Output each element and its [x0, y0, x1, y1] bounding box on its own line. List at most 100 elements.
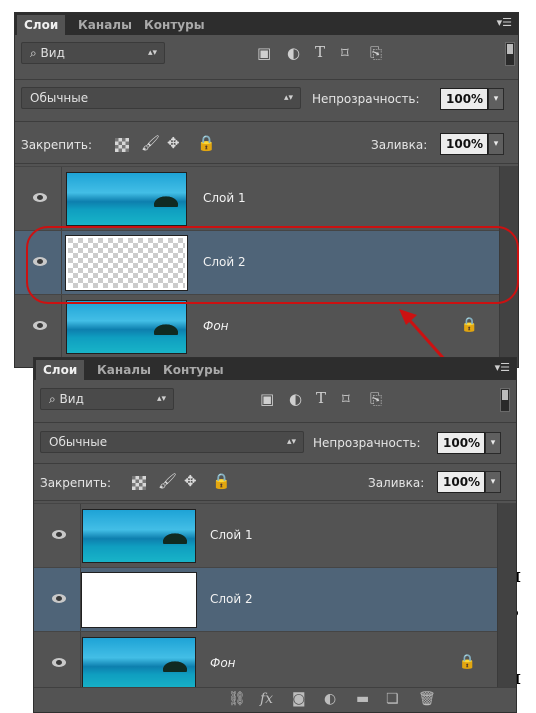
layer-row-fon[interactable]: Фон 🔒: [34, 631, 498, 695]
divider: [15, 121, 518, 122]
blend-mode-value: Обычные: [49, 435, 108, 449]
opacity-dropdown[interactable]: ▾: [488, 88, 504, 110]
fill-label: Заливка:: [371, 138, 428, 152]
opacity-label: Непрозрачность:: [313, 436, 421, 450]
tab-layers[interactable]: Слои: [17, 15, 66, 35]
adjustment-filter-icon[interactable]: ◐: [287, 44, 300, 62]
lock-brush-icon[interactable]: 🖌: [141, 134, 160, 152]
search-icon: ⌕: [30, 46, 41, 60]
opacity-input[interactable]: 100%: [437, 432, 485, 454]
blend-mode-select[interactable]: Обычные ▴▾: [21, 87, 301, 109]
fill-input[interactable]: 100%: [440, 133, 488, 155]
layer-lock-icon: 🔒: [460, 317, 478, 333]
panel-tab-bar: Слои Каналы Контуры ▾☰: [34, 358, 516, 380]
search-icon: ⌕: [49, 392, 60, 406]
layer-row-sloi-1[interactable]: Слой 1: [15, 166, 500, 230]
tab-paths[interactable]: Контуры: [137, 15, 212, 35]
panel-menu-icon[interactable]: ▾☰: [495, 361, 510, 374]
visibility-column: [34, 504, 81, 567]
delete-icon[interactable]: 🗑: [418, 691, 436, 707]
tab-channels[interactable]: Каналы: [71, 15, 139, 35]
eye-icon[interactable]: [52, 594, 66, 603]
layer-lock-icon: 🔒: [458, 654, 476, 670]
visibility-column: [15, 295, 62, 358]
visibility-column: [15, 167, 62, 230]
panel-tab-bar: Слои Каналы Контуры ▾☰: [15, 13, 518, 35]
shape-filter-icon[interactable]: ⌑: [342, 390, 350, 408]
layer-name[interactable]: Слой 1: [203, 191, 246, 205]
blend-mode-select[interactable]: Обычные ▴▾: [40, 431, 304, 453]
eye-icon[interactable]: [52, 530, 66, 539]
fill-dropdown[interactable]: ▾: [485, 471, 501, 493]
opacity-input[interactable]: 100%: [440, 88, 488, 110]
fill-label: Заливка:: [368, 476, 425, 490]
lock-brush-icon[interactable]: 🖌: [158, 472, 177, 490]
layer-thumbnail[interactable]: [82, 509, 196, 563]
layer-row-sloi-1[interactable]: Слой 1: [34, 503, 498, 567]
layers-panel-after: Слои Каналы Контуры ▾☰ ⌕ Вид ▴▾ ▣ ◐ T ⌑ …: [33, 357, 517, 713]
lock-label: Закрепить:: [40, 476, 112, 490]
divider: [34, 500, 516, 501]
divider: [15, 79, 518, 80]
lock-all-icon[interactable]: 🔒: [212, 472, 231, 490]
eye-icon[interactable]: [33, 193, 47, 202]
filter-kind-label: Вид: [59, 392, 84, 406]
select-arrows-icon: ▴▾: [156, 394, 166, 404]
layer-thumbnail[interactable]: [82, 637, 196, 691]
visibility-column: [34, 568, 81, 631]
divider: [34, 422, 516, 423]
filter-toggle[interactable]: [500, 388, 510, 412]
filter-kind-label: Вид: [40, 46, 65, 60]
select-arrows-icon: ▴▾: [283, 93, 293, 103]
layer-thumbnail[interactable]: [82, 573, 196, 627]
layer-name[interactable]: Фон: [210, 656, 236, 670]
select-arrows-icon: ▴▾: [286, 437, 296, 447]
divider: [15, 163, 518, 164]
filter-kind-select[interactable]: ⌕ Вид ▴▾: [40, 388, 174, 410]
type-filter-icon[interactable]: T: [316, 389, 326, 407]
divider: [34, 463, 516, 464]
layer-name[interactable]: Фон: [203, 319, 229, 333]
adjustment-filter-icon[interactable]: ◐: [289, 390, 302, 408]
filter-toggle[interactable]: [505, 42, 515, 66]
tab-paths[interactable]: Контуры: [156, 360, 231, 380]
new-layer-icon[interactable]: ❏: [386, 691, 399, 707]
fill-dropdown[interactable]: ▾: [488, 133, 504, 155]
lock-all-icon[interactable]: 🔒: [197, 134, 216, 152]
layer-thumbnail[interactable]: [66, 172, 187, 226]
lock-transparent-icon[interactable]: [115, 138, 129, 152]
layer-row-sloi-2[interactable]: Слой 2: [34, 567, 498, 631]
fill-input[interactable]: 100%: [437, 471, 485, 493]
layer-thumbnail[interactable]: [66, 300, 187, 354]
lock-move-icon[interactable]: ✥: [184, 472, 197, 490]
eye-icon[interactable]: [33, 321, 47, 330]
layer-name[interactable]: Слой 2: [210, 592, 253, 606]
select-arrows-icon: ▴▾: [147, 48, 157, 58]
new-group-icon[interactable]: ▬: [356, 691, 369, 707]
lock-label: Закрепить:: [21, 138, 93, 152]
lock-transparent-icon[interactable]: [132, 476, 146, 490]
type-filter-icon[interactable]: T: [315, 43, 325, 61]
filter-kind-select[interactable]: ⌕ Вид ▴▾: [21, 42, 165, 64]
smart-object-filter-icon[interactable]: ⎘: [370, 44, 382, 62]
opacity-dropdown[interactable]: ▾: [485, 432, 501, 454]
smart-object-filter-icon[interactable]: ⎘: [370, 390, 382, 408]
tab-channels[interactable]: Каналы: [90, 360, 158, 380]
layers-scrollbar[interactable]: [497, 503, 516, 690]
annotation-arrow-icon: [399, 309, 447, 361]
visibility-column: [34, 632, 81, 695]
image-filter-icon[interactable]: ▣: [260, 390, 274, 408]
add-mask-icon[interactable]: ◙: [292, 691, 306, 707]
adjustment-layer-icon[interactable]: ◐: [324, 691, 336, 707]
lock-move-icon[interactable]: ✥: [167, 134, 180, 152]
eye-icon[interactable]: [52, 658, 66, 667]
panel-menu-icon[interactable]: ▾☰: [497, 16, 512, 29]
layers-bottom-toolbar: ⛓ fx ◙ ◐ ▬ ❏ 🗑: [34, 687, 516, 712]
fx-icon[interactable]: fx: [260, 691, 273, 707]
image-filter-icon[interactable]: ▣: [257, 44, 271, 62]
shape-filter-icon[interactable]: ⌑: [341, 44, 349, 62]
link-layers-icon[interactable]: ⛓: [228, 691, 246, 707]
opacity-label: Непрозрачность:: [312, 92, 420, 106]
layer-name[interactable]: Слой 1: [210, 528, 253, 542]
tab-layers[interactable]: Слои: [36, 360, 85, 380]
